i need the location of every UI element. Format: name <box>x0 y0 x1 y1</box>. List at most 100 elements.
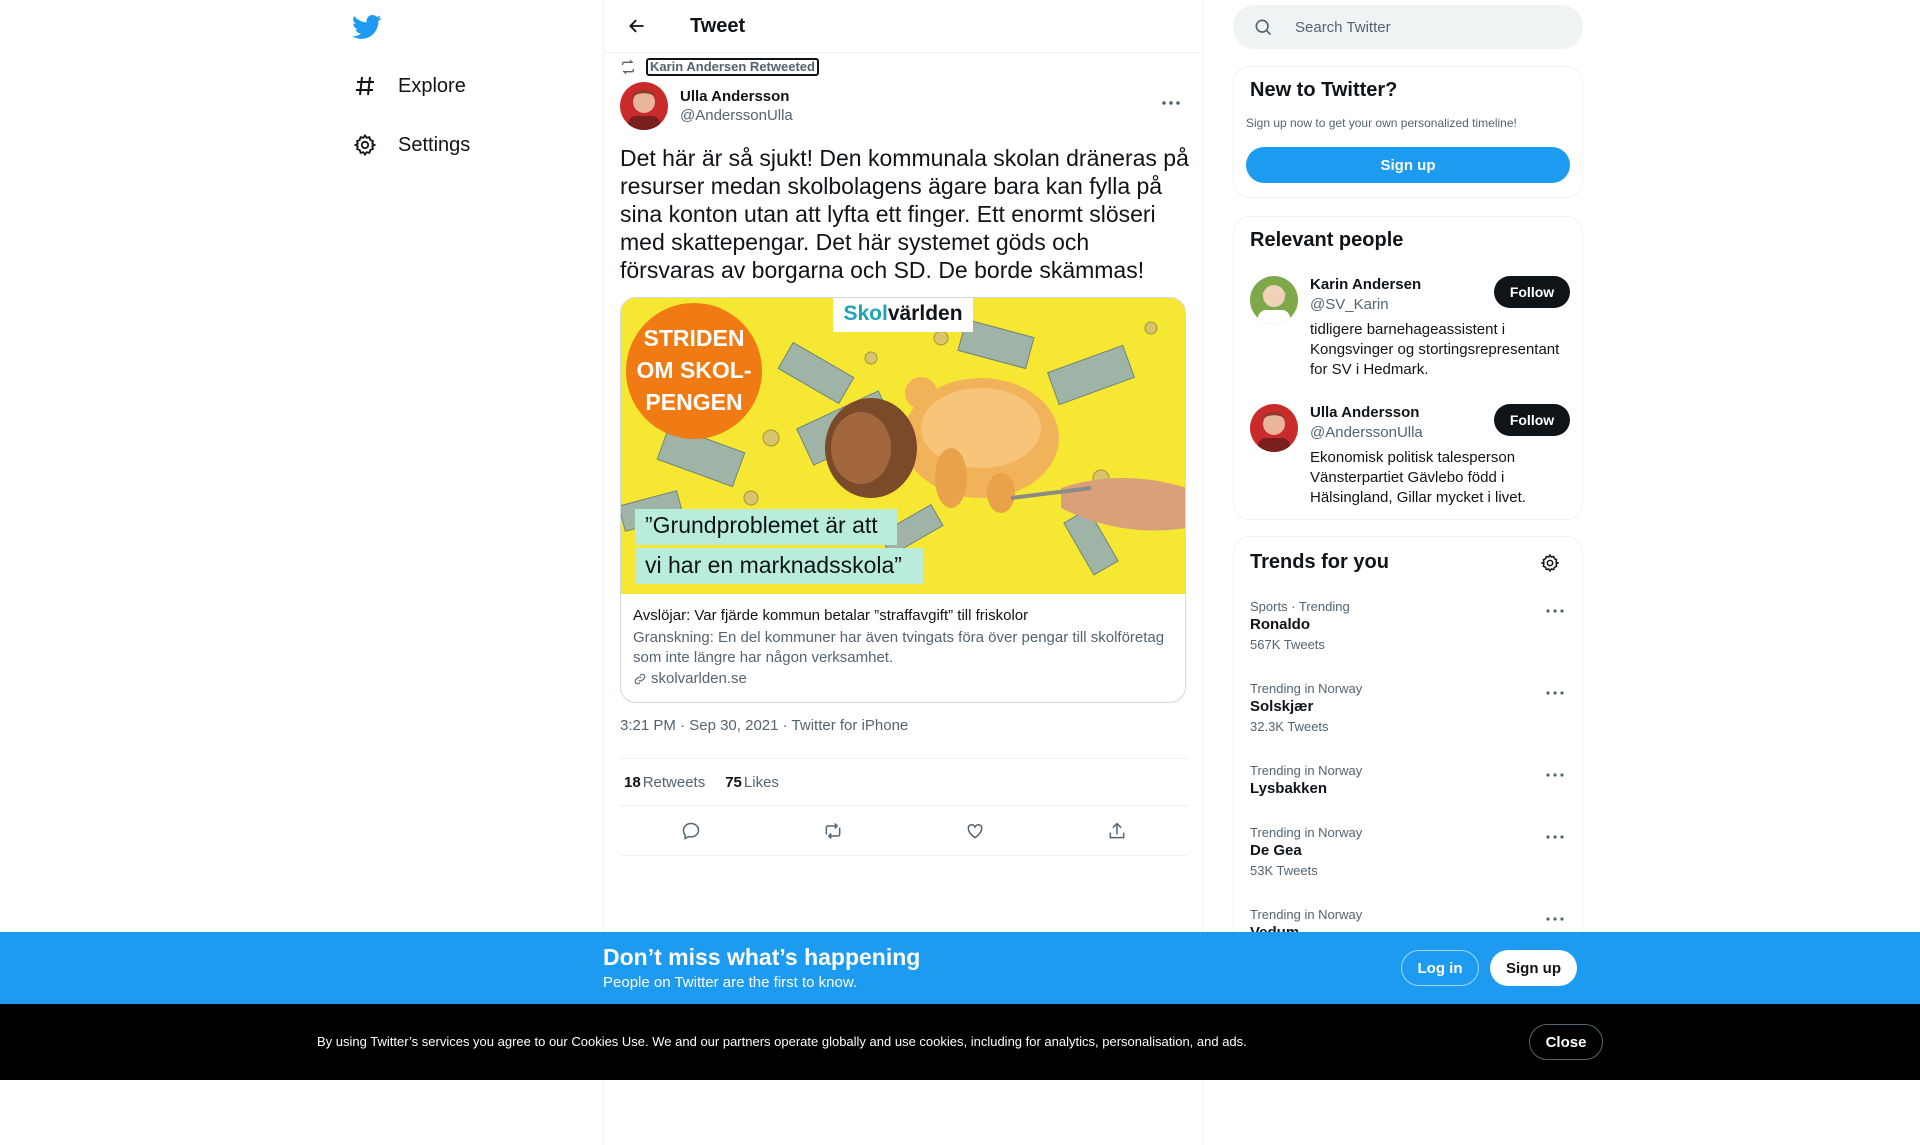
trend-context: Trending in Norway <box>1250 681 1363 696</box>
trend-count: 567K Tweets <box>1250 637 1325 652</box>
likes-label: Likes <box>743 773 779 791</box>
more-dots-icon <box>1546 835 1564 839</box>
tweet-text: Det här är så sjukt! Den kommunala skola… <box>620 145 1189 283</box>
trend-name: De Gea <box>1250 842 1302 859</box>
trend-more-button[interactable] <box>1540 681 1570 705</box>
trend-item[interactable]: Trending in Norway Lysbakken <box>1250 763 1570 797</box>
nav-settings-label: Settings <box>398 133 471 156</box>
trend-context: Trending in Norway <box>1250 907 1363 922</box>
trend-more-button[interactable] <box>1540 825 1570 849</box>
avatar[interactable] <box>620 82 668 130</box>
author-handle[interactable]: @AnderssonUlla <box>680 107 793 124</box>
signup-banner: Don’t miss what’s happening People on Tw… <box>0 932 1920 1004</box>
quote-line: ”Grundproblemet är att <box>645 512 878 538</box>
trend-item[interactable]: Sports · Trending Ronaldo 567K Tweets <box>1250 599 1570 652</box>
retweet-context: Karin Andersen Retweeted <box>620 58 819 76</box>
tweet-author: Ulla Andersson @AnderssonUlla <box>620 82 1188 130</box>
back-button[interactable] <box>620 9 654 43</box>
person-handle[interactable]: @AnderssonUlla <box>1310 424 1423 441</box>
trend-more-button[interactable] <box>1540 907 1570 931</box>
more-options-button[interactable] <box>1154 86 1188 120</box>
page-header: Tweet <box>604 0 1202 53</box>
more-dots-icon <box>1546 773 1564 777</box>
person-name[interactable]: Karin Andersen <box>1310 276 1421 293</box>
gear-icon <box>352 132 378 158</box>
link-icon <box>634 673 646 684</box>
retweets-label: Retweets <box>642 773 706 791</box>
tweet-source[interactable]: Twitter for iPhone <box>792 717 909 734</box>
more-dots-icon <box>1546 917 1564 921</box>
retweets-count: 18 <box>624 773 641 791</box>
card-description: Granskning: En del kommuner har även tvi… <box>633 629 1165 666</box>
cookie-text: By using Twitter’s services you agree to… <box>317 1034 1247 1049</box>
more-dots-icon <box>1162 101 1180 105</box>
retweets-stat[interactable]: 18 Retweets <box>624 774 705 791</box>
trend-more-button[interactable] <box>1540 763 1570 787</box>
link-card[interactable]: STRIDEN OM SKOL- PENGEN Skolvärlden ”Gru… <box>620 297 1186 703</box>
tweet-stats: 18 Retweets 75 Likes <box>620 758 1188 806</box>
banner-headline: Don’t miss what’s happening <box>603 944 921 970</box>
card-image: STRIDEN OM SKOL- PENGEN Skolvärlden ”Gru… <box>621 298 1185 594</box>
trend-context: Sports · Trending <box>1250 599 1350 614</box>
avatar[interactable] <box>1250 276 1298 324</box>
brand-logo: Skolvärlden <box>833 302 973 326</box>
tweet-time[interactable]: 3:21 PM <box>620 717 676 734</box>
badge-line: OM SKOL- <box>636 357 752 383</box>
arrow-left-icon <box>629 19 644 33</box>
new-to-twitter-panel: New to Twitter? Sign up now to get your … <box>1233 66 1583 198</box>
nav-explore[interactable]: Explore <box>352 64 466 108</box>
nav-settings[interactable]: Settings <box>352 123 470 167</box>
retweeted-by-link[interactable]: Karin Andersen Retweeted <box>646 58 819 76</box>
retweet-button[interactable] <box>816 814 850 848</box>
trend-count: 32.3K Tweets <box>1250 719 1329 734</box>
likes-stat[interactable]: 75 Likes <box>725 774 779 791</box>
new-to-twitter-title: New to Twitter? <box>1250 79 1398 101</box>
trend-count: 53K Tweets <box>1250 863 1318 878</box>
trends-panel: Trends for you Sports · Trending Ronaldo… <box>1233 536 1583 956</box>
likes-count: 75 <box>725 773 742 791</box>
hashtag-icon <box>352 73 378 99</box>
cookie-bar: By using Twitter’s services you agree to… <box>0 1004 1920 1080</box>
trend-item[interactable]: Trending in Norway Solskjær 32.3K Tweets <box>1250 681 1570 734</box>
login-button[interactable]: Log in <box>1401 950 1479 986</box>
person-bio: tidligere barnehageassistent i Kongsving… <box>1310 321 1560 378</box>
more-dots-icon <box>1546 609 1564 613</box>
trend-name: Ronaldo <box>1250 616 1310 633</box>
like-button[interactable] <box>958 814 992 848</box>
twitter-bird-icon[interactable] <box>352 12 384 44</box>
brand-logo-varlden: världen <box>887 302 963 325</box>
trends-settings-button[interactable] <box>1540 553 1562 575</box>
follow-button[interactable]: Follow <box>1494 404 1570 436</box>
search-input[interactable] <box>1295 18 1555 36</box>
share-icon <box>1109 821 1125 838</box>
avatar[interactable] <box>1250 404 1298 452</box>
relevant-people-panel: Relevant people Karin Andersen @SV_Karin… <box>1233 216 1583 520</box>
person-handle[interactable]: @SV_Karin <box>1310 296 1389 313</box>
tweet-timestamp: 3:21 PM · Sep 30, 2021 · Twitter for iPh… <box>620 717 908 734</box>
tweet-actions <box>620 806 1188 856</box>
quote-line: vi har en marknadsskola” <box>645 552 902 578</box>
person-name[interactable]: Ulla Andersson <box>1310 404 1419 421</box>
more-dots-icon <box>1546 691 1564 695</box>
follow-button[interactable]: Follow <box>1494 276 1570 308</box>
sidebar-signup-button[interactable]: Sign up <box>1246 147 1570 183</box>
trend-more-button[interactable] <box>1540 599 1570 623</box>
signup-button[interactable]: Sign up <box>1490 950 1577 986</box>
badge-line: PENGEN <box>645 389 743 415</box>
retweet-icon <box>622 59 634 75</box>
trend-context: Trending in Norway <box>1250 825 1363 840</box>
badge-line: STRIDEN <box>643 325 745 351</box>
search-box[interactable] <box>1233 5 1583 49</box>
campaign-badge: STRIDEN OM SKOL- PENGEN <box>626 322 762 418</box>
share-button[interactable] <box>1100 814 1134 848</box>
trend-name: Solskjær <box>1250 698 1314 715</box>
trend-item[interactable]: Trending in Norway De Gea 53K Tweets <box>1250 825 1570 878</box>
tweet-date[interactable]: Sep 30, 2021 <box>689 717 778 734</box>
reply-button[interactable] <box>674 814 708 848</box>
reply-icon <box>682 822 700 840</box>
relevant-people-title: Relevant people <box>1250 229 1404 251</box>
cookie-close-button[interactable]: Close <box>1529 1024 1603 1060</box>
trends-title: Trends for you <box>1250 551 1389 573</box>
heart-icon <box>967 823 983 839</box>
author-name[interactable]: Ulla Andersson <box>680 88 793 105</box>
